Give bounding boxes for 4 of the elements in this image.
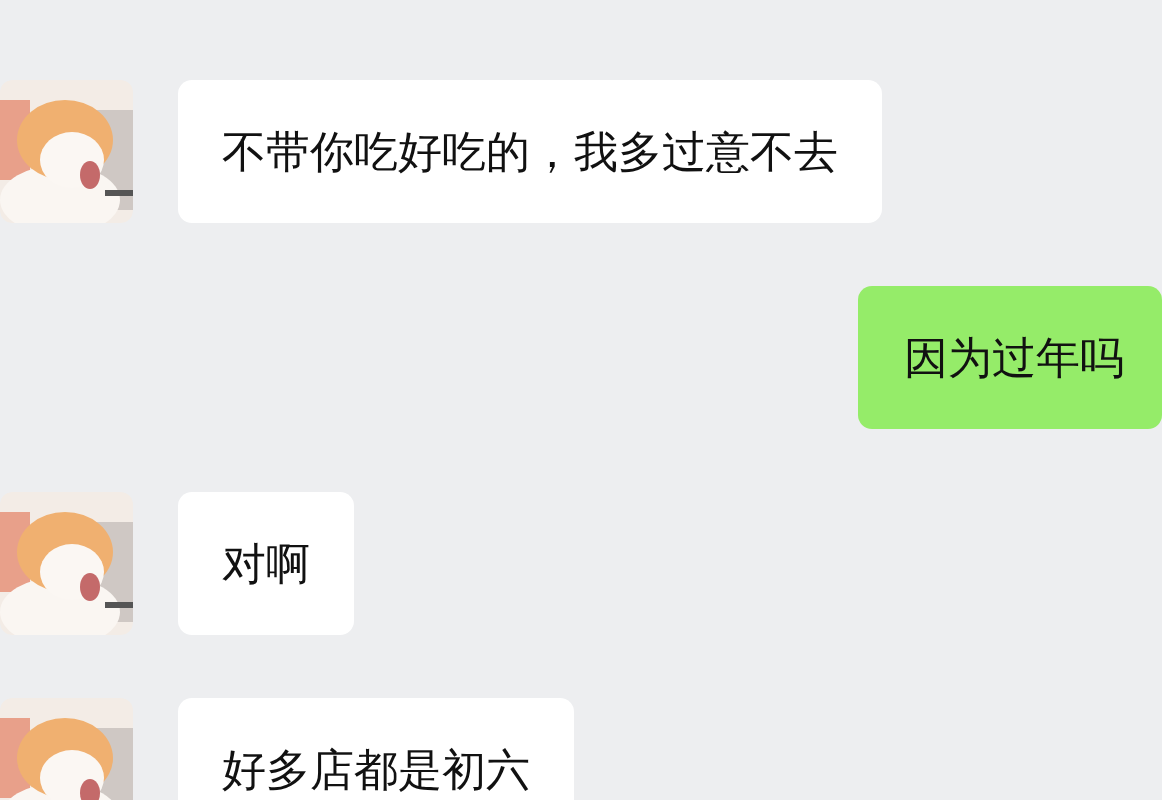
message-bubble: 不带你吃好吃的，我多过意不去 <box>178 80 882 223</box>
message-bubble: 对啊 <box>178 492 354 635</box>
message-bubble: 因为过年吗 <box>858 286 1162 429</box>
message-bubble: 好多店都是初六 <box>178 698 574 800</box>
